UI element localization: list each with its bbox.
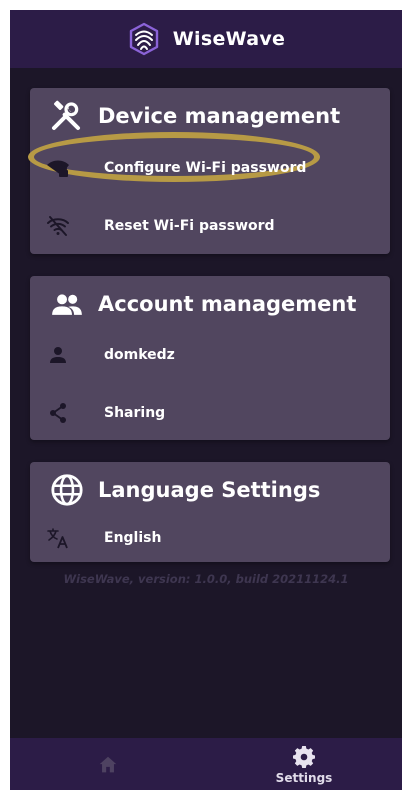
app-header: WiseWave (10, 10, 402, 68)
tools-icon (52, 100, 80, 130)
gear-icon (293, 746, 315, 768)
sharing-label: Sharing (104, 405, 166, 421)
reset-wifi-password-label: Reset Wi-Fi password (104, 218, 275, 234)
fingerprint-wave-logo-icon (129, 22, 158, 56)
account-management-title: Account management (98, 292, 357, 316)
sharing-item[interactable]: Sharing (30, 393, 390, 433)
home-icon (99, 756, 117, 773)
wifi-off-icon (47, 216, 69, 236)
globe-icon (51, 474, 83, 506)
nav-settings-button[interactable]: Settings (206, 738, 402, 790)
account-username-label: domkedz (104, 347, 175, 363)
group-icon (52, 294, 82, 315)
configure-wifi-password-item[interactable]: Configure Wi-Fi password (30, 148, 390, 188)
device-management-card: Device management Configure Wi-Fi passwo… (28, 88, 390, 254)
configure-wifi-password-label: Configure Wi-Fi password (104, 160, 307, 176)
nav-settings-label: Settings (275, 771, 333, 785)
app-title: WiseWave (172, 28, 286, 50)
translate-icon (47, 528, 68, 549)
language-english-label: English (104, 530, 162, 546)
account-management-card: Account management domkedz Sharing (30, 276, 390, 440)
language-settings-title: Language Settings (98, 478, 321, 502)
nav-home-button[interactable] (10, 738, 206, 790)
account-username-item[interactable]: domkedz (30, 335, 390, 375)
bottom-navigation: Settings (10, 738, 402, 790)
wifi-lock-icon (47, 160, 69, 177)
version-text: WiseWave, version: 1.0.0, build 20211124… (63, 572, 349, 586)
share-icon (50, 403, 66, 423)
app-screen: WiseWave Device management Configure Wi-… (10, 10, 402, 790)
language-settings-card: Language Settings English (30, 462, 390, 562)
person-icon (50, 347, 66, 363)
language-english-item[interactable]: English (30, 518, 390, 558)
device-management-title: Device management (98, 104, 341, 128)
reset-wifi-password-item[interactable]: Reset Wi-Fi password (30, 206, 390, 246)
